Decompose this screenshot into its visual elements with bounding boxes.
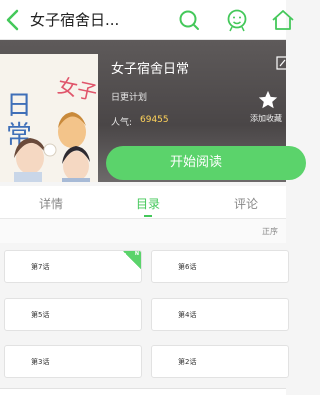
chapter-label: 第5话 — [31, 311, 50, 319]
chapter-label: 第3话 — [31, 358, 50, 366]
new-badge-text: N — [134, 251, 139, 257]
chapter-item[interactable]: 第2话 — [151, 345, 289, 378]
active-tab-indicator — [144, 215, 152, 217]
edit-icon[interactable] — [276, 56, 286, 70]
start-reading-button[interactable]: 开始阅读 — [106, 146, 306, 180]
user-icon[interactable] — [224, 6, 250, 34]
chapter-item[interactable]: 第4话 — [151, 298, 289, 331]
next-chapter-row-edge — [0, 388, 286, 395]
popularity-value: 69455 — [140, 115, 169, 125]
tab-bar: 详情 目录 评论 — [0, 186, 286, 219]
chapter-label: 第2话 — [178, 358, 197, 366]
popularity-label: 人气: — [111, 118, 133, 128]
chapter-item[interactable]: 第6话 — [151, 250, 289, 283]
chapter-label: 第6话 — [178, 263, 197, 271]
sort-order-toggle[interactable]: 正序 — [262, 226, 278, 237]
chapter-item[interactable]: 第3话 — [4, 345, 142, 378]
add-favorite-label[interactable]: 添加收藏 — [250, 113, 282, 124]
page-title: 女子宿舍日... — [30, 11, 120, 29]
svg-text:日: 日 — [6, 91, 32, 121]
tab-details[interactable]: 详情 — [39, 195, 63, 212]
chapter-item[interactable]: 第5话 — [4, 298, 142, 331]
home-icon[interactable] — [270, 6, 296, 34]
back-arrow-icon[interactable] — [2, 6, 24, 34]
cover-illustration: 女子 日 常 — [0, 54, 98, 182]
tab-comments[interactable]: 评论 — [234, 195, 258, 212]
chapter-item[interactable]: 第7话 N — [4, 250, 142, 283]
top-bar: 女子宿舍日... — [0, 0, 294, 40]
book-author[interactable]: 日更计划 — [111, 90, 147, 103]
tab-catalog[interactable]: 目录 — [136, 195, 160, 212]
book-title: 女子宿舍日常 — [111, 62, 190, 77]
new-badge: N — [123, 251, 141, 269]
search-icon[interactable] — [176, 6, 202, 34]
chapter-label: 第4话 — [178, 311, 197, 319]
book-cover[interactable]: 女子 日 常 — [0, 54, 98, 182]
sort-row: 正序 — [0, 219, 286, 243]
star-icon[interactable] — [257, 89, 279, 111]
chapter-label: 第7话 — [31, 263, 50, 271]
